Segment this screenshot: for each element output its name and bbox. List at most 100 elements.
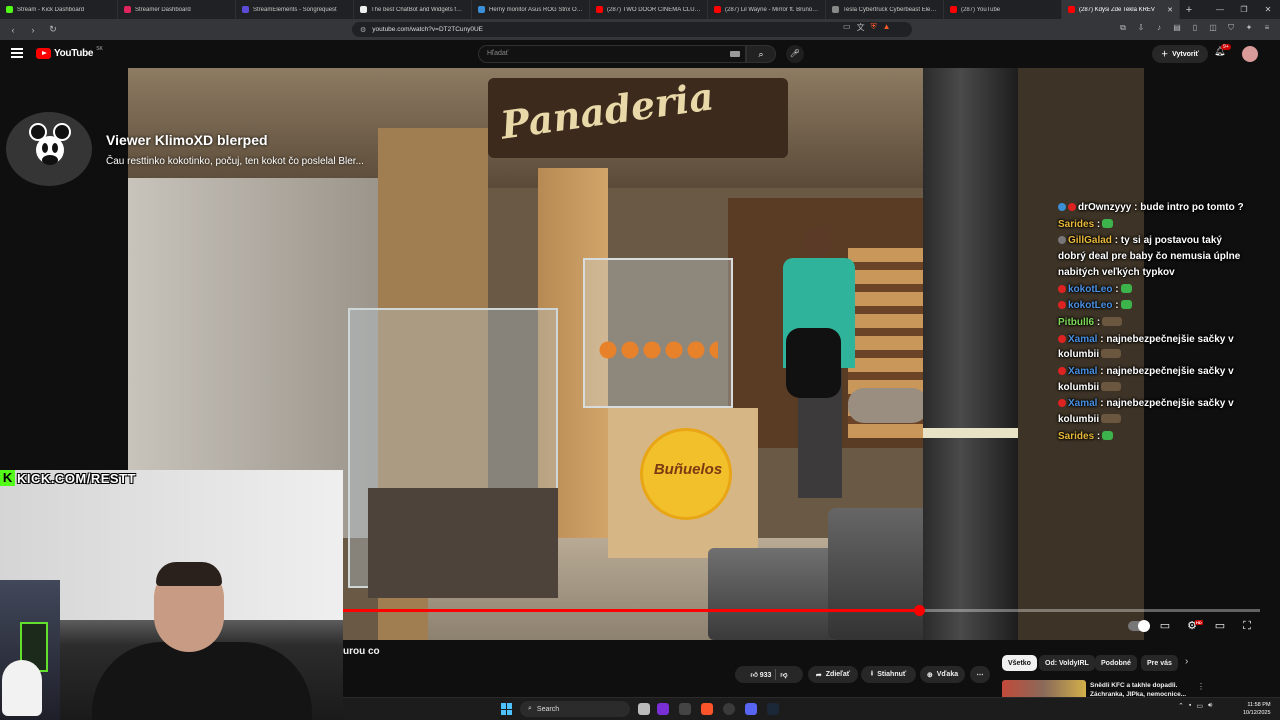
extensions-icon[interactable]: ⧉ <box>1118 22 1128 34</box>
brave-rewards-icon[interactable]: ▲ <box>883 22 891 33</box>
music-icon[interactable]: ♪ <box>1154 22 1164 34</box>
microphone-icon[interactable]: 🎤︎ <box>786 45 804 63</box>
menu-icon[interactable]: ≡ <box>1262 22 1272 34</box>
viewer-alert: Viewer KlimoXD blerped Čau resttinko kok… <box>6 112 406 192</box>
tab-favicon-icon <box>478 6 485 13</box>
wallet-icon[interactable]: ◫ <box>1208 22 1218 34</box>
vpn-icon[interactable]: ⛉ <box>1226 22 1236 34</box>
browser-tab[interactable]: (287) TWO DOOR CINEMA CLUB | ... <box>590 0 708 19</box>
streamer-webcam <box>0 470 343 720</box>
minimize-icon[interactable]: — <box>1208 0 1232 19</box>
filter-chip[interactable]: Všetko <box>1002 655 1037 671</box>
discord-icon[interactable] <box>745 703 757 715</box>
bunuelos-sign-text: Buñuelos <box>653 461 723 478</box>
clock-date: 10/12/2025 <box>1243 710 1271 716</box>
share-button[interactable]: ➦ Zdieľať <box>808 666 858 683</box>
browser-tab[interactable]: Stream - Kick Dashboard <box>0 0 118 19</box>
task-view-icon[interactable] <box>638 703 650 715</box>
filter-chip[interactable]: Podobné <box>1095 655 1137 671</box>
maximize-icon[interactable]: ❐ <box>1232 0 1256 19</box>
kick-logo-icon: K <box>0 470 16 486</box>
youtube-logo[interactable]: YouTube SK <box>36 45 103 59</box>
account-avatar[interactable] <box>1242 46 1258 62</box>
download-button[interactable]: ⭳ Stiahnuť <box>861 666 916 683</box>
chat-emote-icon <box>1101 349 1122 359</box>
chevron-right-icon[interactable]: › <box>1185 656 1188 667</box>
address-bar[interactable]: ⚙ youtube.com/watch?v=DT2TCuny0UE <box>352 22 912 37</box>
browser-tab[interactable]: StreamElements - Songrequest <box>236 0 354 19</box>
browser-tab[interactable]: (287) Kdysi Zde Tekla KREV ✕ <box>1062 0 1180 19</box>
streamer-body <box>92 642 312 720</box>
like-button[interactable]: 👍︎ 933 <box>750 670 771 679</box>
app-icon[interactable] <box>657 703 669 715</box>
obs-icon[interactable] <box>723 703 735 715</box>
chat-message: Xamal : najnebezpečnejšie sačky v kolumb… <box>1058 332 1248 363</box>
tray-app-icon[interactable]: ▪ <box>1189 702 1191 710</box>
search-input[interactable]: Hľadať <box>478 45 746 63</box>
forward-icon[interactable]: › <box>26 25 40 35</box>
thanks-button[interactable]: ⊕ Vďaka <box>920 666 965 683</box>
browser-tab[interactable]: The best ChatBot and Widgets for ... <box>354 0 472 19</box>
browser-tab[interactable]: (287) YouTube <box>944 0 1062 19</box>
recommended-title[interactable]: Snědli KFC a takhle dopadli. <box>1090 682 1240 689</box>
streamer-hair <box>156 562 222 586</box>
dislike-button[interactable]: 👎︎ <box>780 670 787 679</box>
chat-emote-icon <box>1102 430 1114 440</box>
site-info-icon[interactable]: ⚙ <box>360 26 366 34</box>
brave-shield-icon[interactable]: ⛨ <box>871 22 877 33</box>
chat-badge-icon <box>1058 236 1066 245</box>
steam-icon[interactable] <box>767 703 779 715</box>
progress-scrubber[interactable] <box>914 605 925 616</box>
xbox-icon[interactable] <box>679 703 691 715</box>
leo-icon[interactable]: ✦ <box>1244 22 1254 34</box>
recommended-menu-icon[interactable]: ⋮ <box>1197 682 1205 691</box>
autoplay-toggle[interactable] <box>1128 620 1150 632</box>
translate-icon[interactable]: 文 <box>857 22 865 33</box>
reload-icon[interactable]: ↻ <box>46 24 60 35</box>
network-icon[interactable]: ▭ <box>1196 702 1203 710</box>
filter-chip[interactable]: Pre vás <box>1141 655 1178 671</box>
back-icon[interactable]: ‹ <box>6 25 20 35</box>
taskbar-clock[interactable]: 11:58 PM 10/12/2025 <box>1243 701 1271 717</box>
search-button[interactable]: ⌕ <box>746 45 776 63</box>
brave-browser-icon[interactable] <box>701 703 713 715</box>
browser-tab[interactable]: Streamer Dashboard <box>118 0 236 19</box>
chat-emote-icon <box>1102 316 1123 326</box>
theater-mode-icon[interactable]: ▭ <box>1212 618 1228 634</box>
chat-username: kokotLeo <box>1068 283 1113 295</box>
tab-favicon-icon <box>832 6 839 13</box>
tray-chevron-icon[interactable]: ⌃ <box>1178 702 1184 710</box>
youtube-wordmark: YouTube <box>54 48 94 59</box>
close-window-icon[interactable]: ✕ <box>1256 0 1280 19</box>
reading-list-icon[interactable]: ▯ <box>1190 22 1200 34</box>
taskbar-search[interactable]: ⌕ Search <box>520 701 630 717</box>
volume-icon[interactable]: 🔊︎ <box>1208 702 1212 710</box>
browser-tab[interactable]: Tesla Cybertruck Cyberbeast Electri... <box>826 0 944 19</box>
tab-title: (287) TWO DOOR CINEMA CLUB | ... <box>607 6 701 13</box>
downloads-icon[interactable]: ⇩ <box>1136 22 1146 34</box>
guide-menu-icon[interactable] <box>11 48 23 58</box>
create-button[interactable]: ＋ Vytvoriť <box>1152 45 1208 63</box>
close-tab-icon[interactable]: ✕ <box>1167 6 1173 14</box>
browser-tab[interactable]: (287) Lil Wayne - Mirror ft. Bruno M... <box>708 0 826 19</box>
progress-bar[interactable] <box>343 605 1260 616</box>
windows-start-icon[interactable] <box>501 703 513 715</box>
subtitles-icon[interactable]: ▭ <box>1157 618 1173 634</box>
tab-favicon-icon <box>950 6 957 13</box>
fullscreen-icon[interactable]: ⛶ <box>1239 618 1255 634</box>
share-label: Zdieľať <box>825 671 851 678</box>
tab-title: (287) YouTube <box>961 6 1001 13</box>
more-actions-button[interactable]: ⋯ <box>970 666 990 683</box>
chat-text: : <box>1115 300 1119 312</box>
keyboard-icon[interactable] <box>730 51 740 57</box>
new-tab-button[interactable]: + <box>1180 4 1198 16</box>
tab-title: Streamer Dashboard <box>135 6 191 13</box>
country-code: SK <box>96 45 103 52</box>
filter-chip[interactable]: Od: VoldyIRL <box>1039 655 1095 671</box>
scene-display-case-base <box>368 488 558 598</box>
sidebar-icon[interactable]: ▤ <box>1172 22 1182 34</box>
browser-tab[interactable]: Herný monitor Asus ROG Strix OLED ... <box>472 0 590 19</box>
cast-icon[interactable]: ▭ <box>843 22 851 33</box>
chat-badge-icon <box>1058 284 1066 293</box>
scene-pastries <box>598 338 718 362</box>
